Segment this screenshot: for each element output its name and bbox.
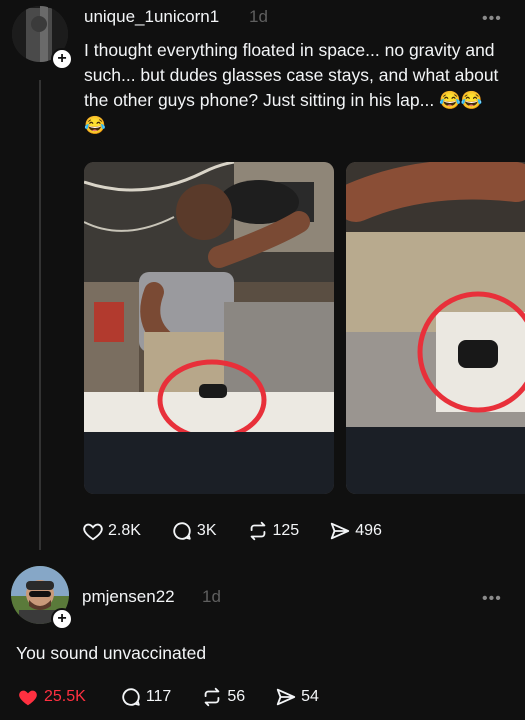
reply-icon (122, 688, 140, 706)
reply-share-button[interactable]: 54 (275, 686, 319, 708)
reply-timestamp: 1d (202, 587, 221, 606)
share-icon (276, 688, 296, 706)
repost-icon (204, 687, 220, 707)
reply-button[interactable]: 3K (171, 520, 217, 542)
reply-reply-button[interactable]: 117 (120, 686, 172, 708)
follow-plus-icon[interactable]: + (51, 48, 73, 70)
share-button[interactable]: 496 (329, 520, 382, 542)
reply-repost-count: 56 (227, 688, 246, 705)
reply-share-count: 54 (301, 688, 319, 705)
reply-body-text: You sound unvaccinated (16, 643, 207, 663)
astronaut-photo-2 (346, 162, 525, 494)
heart-icon (19, 690, 37, 706)
thread-line (39, 80, 41, 550)
reply-reply-count: 117 (145, 688, 172, 705)
astronaut-photo-1 (84, 162, 334, 494)
reply-repost-button[interactable]: 56 (201, 686, 245, 708)
more-icon[interactable]: ••• (482, 10, 502, 28)
like-button[interactable]: 2.8K (82, 520, 141, 542)
post-body-text: I thought everything floated in space...… (84, 40, 499, 135)
reply-more-icon[interactable]: ••• (482, 590, 502, 608)
post-timestamp: 1d (249, 7, 268, 26)
reply-like-count: 25.5K (44, 688, 86, 705)
repost-button[interactable]: 125 (247, 520, 300, 542)
post-image-1[interactable] (84, 162, 334, 494)
reply-icon (173, 522, 191, 540)
heart-icon (83, 523, 103, 541)
repost-count: 125 (272, 522, 300, 539)
post-image-2[interactable] (346, 162, 525, 494)
share-icon (331, 522, 350, 540)
reply-count: 3K (196, 522, 217, 539)
like-count: 2.8K (108, 522, 141, 539)
reply-like-button[interactable]: 25.5K (16, 686, 86, 708)
share-count: 496 (355, 522, 382, 539)
reply-actions: 25.5K 117 56 54 (16, 686, 319, 708)
reply-follow-plus-icon[interactable]: + (51, 608, 73, 630)
post-username[interactable]: unique_1unicorn1 (84, 7, 219, 27)
reply-username[interactable]: pmjensen22 (82, 587, 175, 607)
repost-icon (250, 521, 265, 541)
post-actions: 2.8K 3K 125 496 (82, 520, 382, 542)
